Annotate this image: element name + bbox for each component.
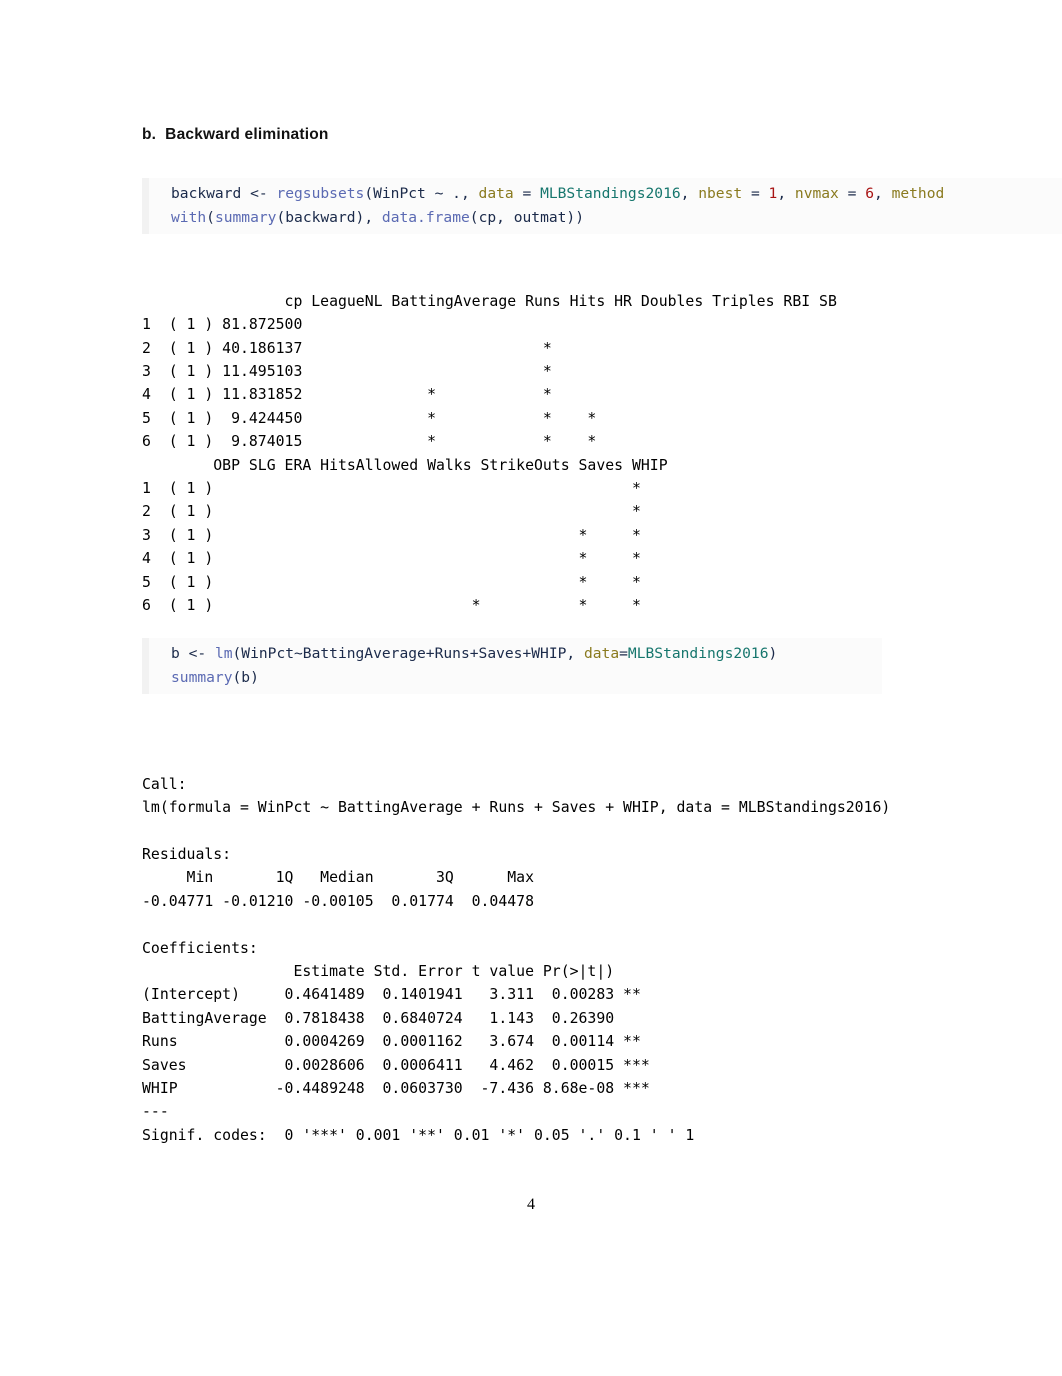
code-token-plain: = — [838, 185, 866, 202]
code-token-arg: data — [583, 645, 620, 662]
code-token-fn: lm — [214, 645, 233, 662]
code-token-plain: (b) — [232, 669, 259, 686]
code-token-plain: = — [619, 645, 628, 662]
code-block-regsubsets: backward <- regsubsets(WinPct ~ ., data … — [142, 178, 1062, 234]
code-token-plain: = — [513, 185, 541, 202]
code-token-fn: with — [171, 209, 207, 226]
code-token-str: MLBStandings2016 — [540, 185, 681, 202]
code-token-arg: nvmax — [794, 185, 839, 202]
code-token-plain: (cp, outmat)) — [469, 209, 585, 226]
code-token-fn: summary — [171, 669, 233, 686]
code-token-plain: ( — [206, 209, 215, 226]
code-token-plain: = — [742, 185, 769, 202]
code-token-str: MLBStandings2016 — [627, 645, 769, 662]
code-line: with(summary(backward), data.frame(cp, o… — [171, 206, 1062, 230]
code-token-plain: (WinPct ~ ., — [364, 185, 479, 202]
code-token-num: 6 — [865, 185, 874, 202]
code-line: backward <- regsubsets(WinPct ~ ., data … — [171, 182, 1062, 206]
code-token-plain: , — [777, 185, 795, 202]
code-token-plain: ) — [768, 645, 778, 662]
code-token-plain: , — [680, 185, 699, 202]
code-token-num: 1 — [768, 185, 778, 202]
code-token-plain: , — [874, 185, 892, 202]
code-token-fn: data.frame — [381, 209, 470, 226]
code-token-fn: regsubsets — [276, 185, 365, 202]
code-token-plain: backward <- — [171, 185, 277, 202]
console-output-lm-summary: Call: lm(formula = WinPct ~ BattingAvera… — [142, 775, 891, 1144]
code-block-lm-summary: b <- lm(WinPct~BattingAverage+Runs+Saves… — [142, 638, 882, 694]
document-page: b. Backward elimination backward <- regs… — [0, 0, 1062, 1376]
code-token-plain: (backward), — [276, 209, 382, 226]
console-output-regsubsets: cp LeagueNL BattingAverage Runs Hits HR … — [142, 292, 837, 615]
page-number: 4 — [527, 1196, 535, 1213]
code-line: summary(b) — [171, 666, 882, 690]
code-line: b <- lm(WinPct~BattingAverage+Runs+Saves… — [171, 642, 882, 666]
code-token-arg: data — [478, 185, 514, 202]
code-token-arg: method — [891, 185, 945, 202]
page-title: b. Backward elimination — [142, 126, 329, 143]
code-token-fn: summary — [214, 209, 277, 226]
code-token-plain: (WinPct~BattingAverage+Runs+Saves+WHIP, — [232, 645, 584, 662]
code-token-plain: b <- — [171, 645, 215, 662]
code-token-arg: nbest — [698, 185, 743, 202]
